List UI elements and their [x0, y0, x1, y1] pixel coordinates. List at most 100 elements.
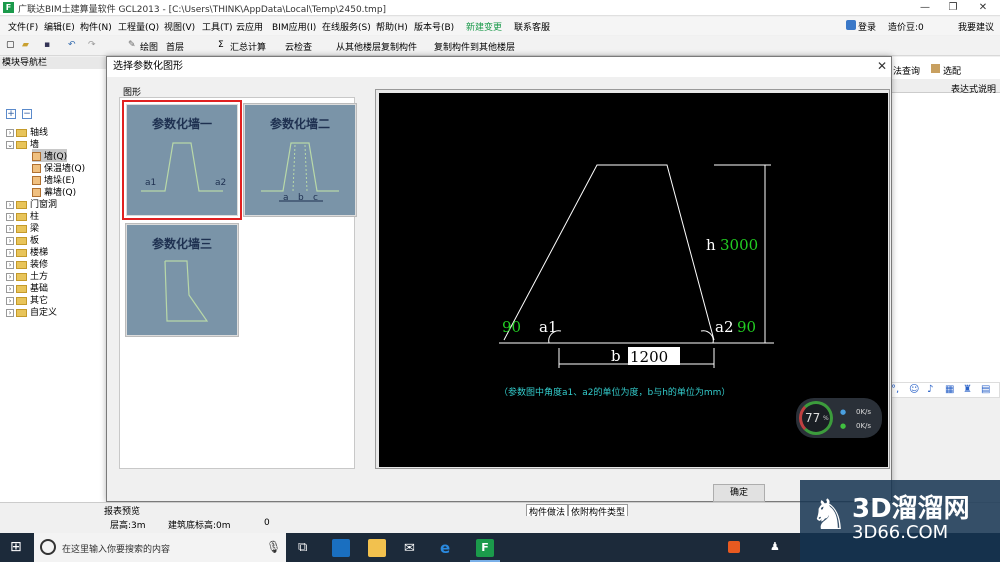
folder-icon — [16, 140, 27, 149]
shape-wall-2[interactable]: 参数化墙二 a b c — [243, 103, 357, 217]
a1-label: a1 — [539, 318, 558, 336]
punctuation-icon[interactable]: °, — [891, 384, 899, 395]
collapse-all-icon[interactable]: − — [22, 109, 32, 119]
wall-3-diagram — [164, 260, 209, 322]
select-label[interactable]: 选配 — [943, 64, 961, 77]
menu-tools[interactable]: 工具(T) — [202, 20, 233, 33]
glodon-app-icon[interactable]: F — [476, 539, 494, 557]
dim-c-label: c — [313, 193, 318, 203]
shape-wall-1[interactable]: 参数化墙一 a1 a2 — [122, 100, 242, 220]
expand-all-icon[interactable]: + — [6, 109, 16, 119]
emoji-icon[interactable]: ☺ — [909, 384, 919, 395]
store-icon[interactable] — [332, 539, 350, 557]
a1-value: 90 — [502, 318, 521, 336]
expand-icon[interactable]: › — [6, 284, 14, 293]
copy-to-button[interactable]: 复制构件到其他楼层 — [434, 40, 515, 53]
expand-icon[interactable]: › — [6, 272, 14, 281]
menu-new-change[interactable]: 新建变更 — [466, 20, 502, 33]
login-link[interactable]: 登录 — [858, 20, 876, 33]
open-folder-icon[interactable]: ▰ — [22, 40, 29, 50]
property-panel: 法查询 选配 表达式说明 — [890, 57, 1000, 387]
menu-quantity[interactable]: 工程量(Q) — [118, 20, 159, 33]
folder-icon — [16, 200, 27, 209]
expand-icon[interactable]: › — [6, 236, 14, 245]
cpu-percent: 77 — [805, 411, 821, 425]
draw-button[interactable]: 绘图 — [140, 40, 158, 53]
folder-icon — [16, 128, 27, 137]
folder-icon — [16, 248, 27, 257]
expand-icon[interactable]: › — [6, 296, 14, 305]
sogou-tray-icon[interactable] — [728, 541, 740, 553]
menu-help[interactable]: 帮助(H) — [376, 20, 408, 33]
skin-icon[interactable]: ♜ — [963, 384, 972, 395]
keyboard-icon[interactable]: ▦ — [945, 384, 954, 395]
menu-cloud[interactable]: 云应用 — [236, 20, 263, 33]
expand-icon[interactable]: › — [6, 212, 14, 221]
mail-icon[interactable]: ✉ — [404, 541, 415, 556]
menu-view[interactable]: 视图(V) — [164, 20, 195, 33]
dialog-title: 选择参数化图形 — [107, 57, 891, 77]
windows-start-icon[interactable]: ⊞ — [10, 540, 22, 554]
expand-icon[interactable]: › — [6, 308, 14, 317]
select-icon — [931, 64, 940, 73]
menu-version[interactable]: 版本号(B) — [414, 20, 454, 33]
file-explorer-icon[interactable] — [368, 539, 386, 557]
menu-edit[interactable]: 编辑(E) — [44, 20, 75, 33]
mic-icon[interactable]: ♪ — [927, 384, 933, 395]
cloud-check-button[interactable]: 云检查 — [285, 40, 312, 53]
edge-icon[interactable]: e — [440, 539, 450, 557]
module-navigator: 模块导航栏 + − › 轴线 ⌄ 墙 墙(Q) 保温墙(Q) 墙垛(E) 幕墙(Q)… — [0, 57, 120, 502]
h-value: 3000 — [720, 236, 758, 254]
people-icon[interactable]: ♟ — [770, 540, 780, 553]
expand-icon[interactable]: › — [6, 224, 14, 233]
dialog-close-icon[interactable]: ✕ — [877, 59, 887, 73]
expand-icon[interactable]: › — [6, 128, 14, 137]
base-elevation: 建筑底标高:0m — [168, 521, 231, 531]
maximize-button[interactable]: ❐ — [938, 0, 968, 16]
menu-contact[interactable]: 联系客服 — [514, 20, 550, 33]
folder-icon — [16, 260, 27, 269]
copy-from-button[interactable]: 从其他楼层复制构件 — [336, 40, 417, 53]
expand-icon[interactable]: › — [6, 260, 14, 269]
menu-component[interactable]: 构件(N) — [80, 20, 112, 33]
floor-select[interactable]: 首层 — [166, 40, 184, 53]
new-file-icon[interactable]: ▢ — [6, 40, 15, 50]
menu-file[interactable]: 文件(F) — [8, 20, 38, 33]
close-button[interactable]: ✕ — [968, 0, 998, 16]
save-icon[interactable]: ▪ — [44, 40, 50, 50]
folder-icon — [16, 284, 27, 293]
collapse-icon[interactable]: ⌄ — [6, 140, 14, 149]
search-placeholder: 在这里输入你要搜索的内容 — [62, 545, 171, 555]
taskbar-search[interactable]: 在这里输入你要搜索的内容 🎙 — [34, 533, 286, 562]
angle-a2-label: a2 — [215, 178, 226, 188]
expand-icon[interactable]: › — [6, 248, 14, 257]
coin-label: 造价豆:0 — [888, 23, 924, 33]
status-value: 0 — [264, 518, 270, 528]
ok-button[interactable]: 确定 — [713, 484, 765, 502]
expand-icon[interactable]: › — [6, 200, 14, 209]
redo-icon[interactable]: ↷ — [88, 40, 96, 50]
mic-icon[interactable]: 🎙 — [266, 540, 281, 554]
undo-icon[interactable]: ↶ — [68, 40, 76, 50]
a2-label: a2 — [715, 318, 734, 336]
dim-b-label: b — [298, 193, 304, 203]
menu-bim[interactable]: BIM应用(I) — [272, 20, 316, 33]
suggest-link[interactable]: 我要建议 — [958, 20, 994, 33]
task-view-icon[interactable]: ⧉ — [298, 540, 307, 555]
tree-item-custom[interactable]: › 自定义 — [6, 305, 57, 318]
shape-wall-3[interactable]: 参数化墙三 — [125, 223, 239, 337]
menu-grid-icon[interactable]: ▤ — [981, 384, 990, 395]
b-value[interactable]: 1200 — [630, 348, 668, 366]
watermark: ♞ 3D溜溜网 3D66.COM — [800, 480, 1000, 562]
sum-button[interactable]: 汇总计算 — [230, 40, 266, 53]
upload-icon: ● — [840, 408, 847, 416]
h-label: h — [706, 236, 716, 254]
download-icon: ● — [840, 422, 847, 430]
upload-speed: 0K/s — [856, 408, 872, 416]
b-label: b — [611, 347, 621, 365]
minimize-button[interactable]: — — [910, 0, 940, 16]
app-logo-icon: F — [3, 2, 14, 13]
query-label[interactable]: 法查询 — [893, 64, 920, 77]
unit-note: （参数图中角度a1、a2的单位为度，b与h的单位为mm） — [499, 386, 730, 398]
menu-online[interactable]: 在线服务(S) — [322, 20, 371, 33]
